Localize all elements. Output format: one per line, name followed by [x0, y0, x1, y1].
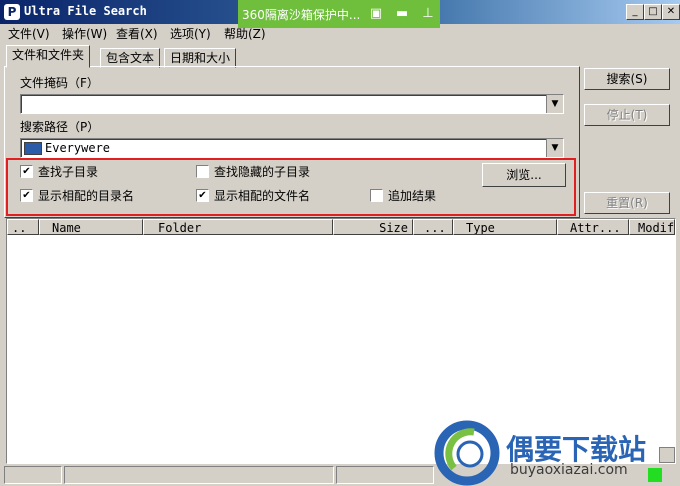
menu-bar: 文件(V) 操作(W) 查看(X) 选项(Y) 帮助(Z): [0, 24, 680, 42]
maximize-button[interactable]: □: [644, 4, 662, 20]
column-header-size[interactable]: Size: [333, 219, 413, 235]
column-header-name[interactable]: Name: [39, 219, 143, 235]
folder-icon[interactable]: ▬: [392, 5, 412, 23]
search-path-combo[interactable]: Everywere ▼: [20, 138, 564, 158]
search-path-label: 搜索路径（P）: [20, 120, 100, 134]
status-panel: [336, 466, 434, 484]
pin-icon[interactable]: ⊥: [418, 5, 438, 23]
column-header-attributes[interactable]: Attr...: [557, 219, 629, 235]
file-mask-label: 文件掩码（F）: [20, 76, 99, 90]
close-button[interactable]: ✕: [662, 4, 680, 20]
sandbox-status-text: 360隔离沙箱保护中...: [242, 8, 361, 22]
status-panel: [4, 466, 62, 484]
menu-options[interactable]: 选项(Y): [170, 25, 211, 42]
column-header-type[interactable]: Type: [453, 219, 557, 235]
menu-action[interactable]: 操作(W): [62, 25, 107, 42]
shield-icon[interactable]: ▣: [366, 5, 386, 23]
chevron-down-icon[interactable]: ▼: [546, 139, 563, 157]
column-header-icon[interactable]: ..: [7, 219, 39, 235]
menu-help[interactable]: 帮助(Z): [224, 25, 266, 42]
menu-file[interactable]: 文件(V): [8, 25, 50, 42]
tab-date-size[interactable]: 日期和大小: [164, 48, 237, 68]
search-path-value: Everywere: [45, 141, 111, 155]
file-mask-combo[interactable]: ▼: [20, 94, 564, 114]
activity-indicator: [648, 468, 662, 482]
window-title: Ultra File Search: [24, 4, 147, 18]
highlight-box: [6, 158, 576, 216]
minimize-button[interactable]: _: [626, 4, 644, 20]
menu-view[interactable]: 查看(X): [116, 25, 158, 42]
search-button[interactable]: 搜索(S): [584, 68, 670, 90]
scrollbar-corner: [659, 447, 675, 463]
site-logo-icon: [434, 420, 500, 486]
app-icon: P: [4, 4, 20, 20]
tab-files-folders[interactable]: 文件和文件夹: [6, 45, 91, 68]
column-header-more[interactable]: ...: [413, 219, 453, 235]
status-panel: [64, 466, 334, 484]
reset-button[interactable]: 重置(R): [584, 192, 670, 214]
watermark-url: buyaoxiazai.com: [510, 462, 628, 478]
stop-button[interactable]: 停止(T): [584, 104, 670, 126]
column-header-folder[interactable]: Folder: [143, 219, 333, 235]
column-header-modified[interactable]: Modif: [629, 219, 675, 235]
chevron-down-icon[interactable]: ▼: [546, 95, 563, 113]
tab-contains-text[interactable]: 包含文本: [100, 48, 161, 68]
computer-icon: [24, 142, 42, 155]
